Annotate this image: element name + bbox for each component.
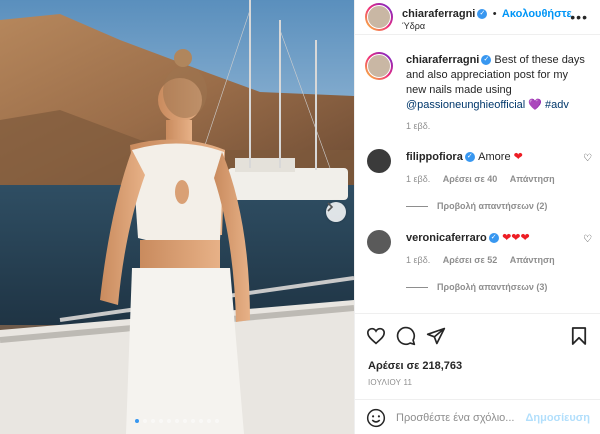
comment-time[interactable]: 1 εβδ. — [406, 255, 430, 265]
author-line: chiaraferragni ✓ • Ακολουθήστε — [402, 6, 572, 20]
comment-line: veronicaferraro ✓ ❤❤❤ — [406, 230, 576, 244]
share-button[interactable] — [425, 325, 447, 347]
carousel-dot — [191, 419, 195, 423]
caption-hashtag[interactable]: #adv — [545, 99, 569, 111]
carousel-dot — [159, 419, 163, 423]
commenter-avatar[interactable] — [367, 230, 391, 254]
caption-username[interactable]: chiaraferragni — [406, 54, 479, 66]
carousel-dots — [0, 419, 354, 423]
comment-text: Amore — [478, 151, 514, 163]
view-replies-button[interactable]: Προβολή απαντήσεων (3) — [437, 282, 547, 292]
smiley-icon — [366, 408, 386, 428]
comment-meta: 1 εβδ. Αρέσει σε 52 Απάντηση — [406, 255, 555, 265]
heart-icon: ❤ — [513, 151, 523, 163]
caption-text: chiaraferragni ✓ Best of these days and a… — [406, 53, 586, 113]
carousel-dot — [199, 419, 203, 423]
reply-divider — [406, 287, 428, 288]
post-header: chiaraferragni ✓ • Ακολουθήστε Ύδρα ••• — [355, 0, 600, 35]
comment-button[interactable] — [395, 325, 417, 347]
carousel-dot — [215, 419, 219, 423]
post-photo[interactable] — [0, 0, 354, 434]
comment-likes[interactable]: Αρέσει σε 52 — [443, 255, 498, 265]
paper-plane-icon — [426, 327, 446, 345]
comment-like-icon[interactable]: ♡ — [583, 234, 592, 245]
verified-icon: ✓ — [464, 151, 475, 162]
view-replies-button[interactable]: Προβολή απαντήσεων (2) — [437, 201, 547, 211]
heart-outline-icon — [366, 327, 386, 345]
verified-icon: ✓ — [488, 232, 499, 243]
follow-button[interactable]: Ακολουθήστε — [502, 8, 572, 20]
post-date[interactable]: ΙΟΥΛΙΟΥ 11 — [368, 378, 412, 387]
likes-count[interactable]: Αρέσει σε 218,763 — [368, 360, 462, 372]
comment-time[interactable]: 1 εβδ. — [406, 174, 430, 184]
carousel-dot — [175, 419, 179, 423]
carousel-dot — [167, 419, 171, 423]
photo-illustration — [0, 0, 354, 434]
emoji-button[interactable] — [366, 408, 386, 428]
comment-likes[interactable]: Αρέσει σε 40 — [443, 174, 498, 184]
post-comment-button[interactable]: Δημοσίευση — [525, 412, 590, 424]
comment-bubble-icon — [396, 326, 416, 346]
purple-heart-icon: 💜 — [528, 99, 542, 111]
caption-avatar[interactable] — [365, 52, 393, 80]
comment-composer: Προσθέστε ένα σχόλιο... Δημοσίευση — [355, 399, 600, 434]
comment-input[interactable]: Προσθέστε ένα σχόλιο... — [396, 412, 514, 424]
comments-scroll[interactable]: chiaraferragni ✓ Best of these days and a… — [355, 36, 600, 313]
verified-icon: ✓ — [481, 55, 492, 66]
carousel-dot — [135, 419, 139, 423]
carousel-dot — [207, 419, 211, 423]
more-options-icon[interactable]: ••• — [570, 9, 588, 25]
post-actions: Αρέσει σε 218,763 ΙΟΥΛΙΟΥ 11 Προσθέστε έ… — [355, 313, 600, 428]
comment-username[interactable]: veronicaferraro — [406, 232, 487, 244]
comment-line: filippofiora ✓ Amore ❤ — [406, 149, 576, 163]
reply-button[interactable]: Απάντηση — [510, 174, 555, 184]
caption-mention[interactable]: @passioneunghieofficial — [406, 99, 525, 111]
reply-divider — [406, 206, 428, 207]
post-side-panel: chiaraferragni ✓ • Ακολουθήστε Ύδρα ••• c… — [354, 0, 600, 434]
commenter-avatar[interactable] — [367, 149, 391, 173]
comment-username[interactable]: filippofiora — [406, 151, 463, 163]
author-username[interactable]: chiaraferragni — [402, 8, 475, 20]
caption-time[interactable]: 1 εβδ. — [406, 121, 430, 131]
heart-icon: ❤❤❤ — [502, 232, 530, 244]
post-location[interactable]: Ύδρα — [402, 21, 425, 31]
carousel-dot — [143, 419, 147, 423]
like-button[interactable] — [365, 325, 387, 347]
carousel-dot — [183, 419, 187, 423]
carousel-next-button[interactable] — [326, 202, 346, 222]
carousel-dot — [151, 419, 155, 423]
verified-icon: ✓ — [477, 8, 488, 19]
reply-button[interactable]: Απάντηση — [510, 255, 555, 265]
dot-separator: • — [492, 8, 497, 20]
chevron-right-icon — [327, 202, 334, 212]
comment-meta: 1 εβδ. Αρέσει σε 40 Απάντηση — [406, 174, 555, 184]
author-avatar[interactable] — [365, 3, 393, 31]
comment-like-icon[interactable]: ♡ — [583, 153, 592, 164]
bookmark-icon — [571, 327, 587, 345]
save-button[interactable] — [568, 325, 590, 347]
